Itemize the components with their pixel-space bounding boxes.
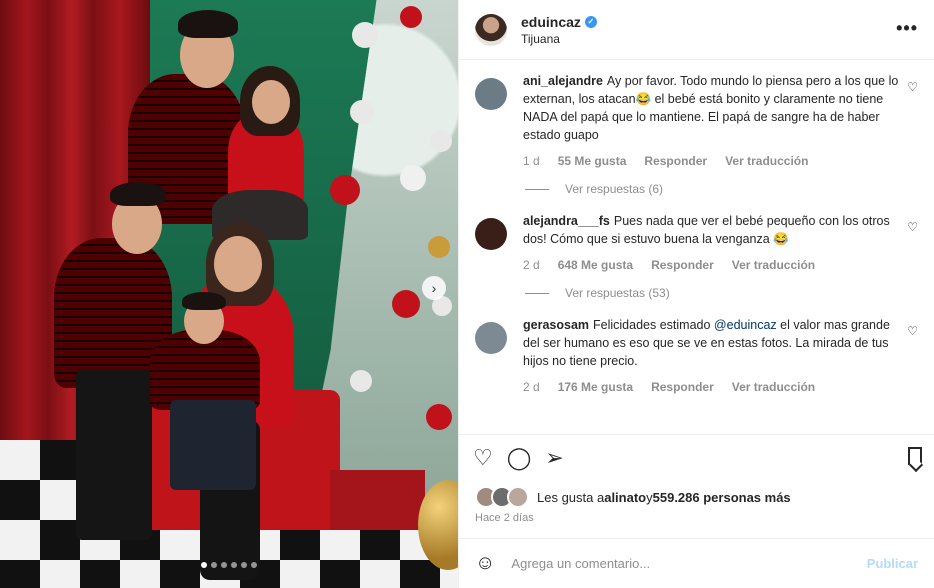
- commenter-username[interactable]: ani_alejandre: [523, 74, 603, 88]
- add-comment-bar: ☺ Publicar: [459, 538, 934, 588]
- next-slide-button[interactable]: ›: [422, 276, 446, 300]
- photo-hair: [178, 10, 238, 38]
- liker-avatars: [475, 486, 529, 508]
- photo-face: [252, 80, 290, 124]
- photo-hair: [182, 292, 226, 310]
- more-options-icon[interactable]: •••: [896, 18, 918, 39]
- photo-ornament: [428, 236, 450, 258]
- post-photo[interactable]: ›: [0, 0, 458, 588]
- post-sidebar: eduincaz ✓ Tijuana ••• ani_alejandre Ay p…: [458, 0, 934, 588]
- carousel-dot: [241, 562, 247, 568]
- view-replies-label[interactable]: Ver respuestas (6): [565, 182, 663, 196]
- photo-ornament: [400, 6, 422, 28]
- emoji-icon[interactable]: ☺: [475, 552, 495, 575]
- likes-count[interactable]: 559.286 personas más: [653, 490, 791, 505]
- comment-mention-link[interactable]: @eduincaz: [714, 318, 777, 332]
- carousel-indicator: [201, 562, 257, 568]
- translate-button[interactable]: Ver traducción: [732, 378, 815, 396]
- comment-input[interactable]: [509, 555, 867, 572]
- commenter-avatar[interactable]: [475, 322, 507, 354]
- comment-age: 2 d: [523, 258, 540, 272]
- reply-button[interactable]: Responder: [651, 256, 714, 274]
- translate-button[interactable]: Ver traducción: [725, 152, 808, 170]
- post-header: eduincaz ✓ Tijuana •••: [459, 0, 934, 60]
- likes-summary: Les gusta a alinato y 559.286 personas m…: [459, 480, 934, 508]
- photo-ornament: [350, 100, 374, 124]
- photo-ornament: [330, 175, 360, 205]
- carousel-dot: [201, 562, 207, 568]
- replies-divider: [525, 188, 549, 190]
- comment-age: 2 d: [523, 380, 540, 394]
- post-timestamp: Hace 2 días: [475, 512, 534, 524]
- photo-ornament: [426, 404, 452, 430]
- comment-likes[interactable]: 648 Me gusta: [558, 256, 633, 274]
- post-location[interactable]: Tijuana: [521, 32, 597, 46]
- view-replies-label[interactable]: Ver respuestas (53): [565, 286, 670, 300]
- photo-ornament: [392, 290, 420, 318]
- photo-ornament: [350, 370, 372, 392]
- liker-username[interactable]: alinato: [604, 490, 646, 505]
- comment-likes[interactable]: 55 Me gusta: [558, 152, 627, 170]
- photo-face: [214, 236, 262, 292]
- owner-info: eduincaz ✓ Tijuana: [521, 14, 597, 46]
- verified-badge-icon: ✓: [584, 15, 597, 28]
- carousel-dot: [221, 562, 227, 568]
- reply-button[interactable]: Responder: [651, 378, 714, 396]
- carousel-dot: [211, 562, 217, 568]
- heart-icon[interactable]: ♡: [473, 446, 493, 469]
- comment-text: Felicidades estimado: [593, 318, 714, 332]
- photo-pants: [76, 370, 152, 540]
- photo-ornament: [400, 165, 426, 191]
- comment-heart-icon[interactable]: ♡: [907, 220, 918, 234]
- likes-prefix: Les gusta a: [537, 489, 605, 505]
- bookmark-icon[interactable]: [908, 447, 922, 465]
- view-replies-button[interactable]: Ver respuestas (53): [525, 286, 918, 300]
- comment-heart-icon[interactable]: ♡: [907, 324, 918, 338]
- commenter-username[interactable]: alejandra___fs: [523, 214, 610, 228]
- comment-likes[interactable]: 176 Me gusta: [558, 378, 633, 396]
- carousel-dot: [251, 562, 257, 568]
- commenter-avatar[interactable]: [475, 218, 507, 250]
- comment-item: ani_alejandre Ay por favor. Todo mundo lo…: [475, 72, 918, 170]
- photo-ornament: [352, 22, 378, 48]
- comment-item: alejandra___fs Pues nada que ver el bebé …: [475, 212, 918, 274]
- owner-avatar[interactable]: [475, 13, 507, 46]
- view-replies-button[interactable]: Ver respuestas (6): [525, 182, 918, 196]
- photo-hair: [110, 182, 166, 206]
- commenter-username[interactable]: gerasosam: [523, 318, 589, 332]
- photo-pants: [170, 400, 256, 490]
- carousel-dot: [231, 562, 237, 568]
- liker-avatar: [507, 486, 529, 508]
- reply-button[interactable]: Responder: [644, 152, 707, 170]
- owner-username[interactable]: eduincaz: [521, 14, 581, 30]
- comment-item: gerasosam Felicidades estimado @eduincaz …: [475, 316, 918, 396]
- comments-list: ani_alejandre Ay por favor. Todo mundo lo…: [459, 60, 934, 434]
- commenter-avatar[interactable]: [475, 78, 507, 110]
- post-actions: ♡ ◯ ➢: [459, 434, 934, 480]
- photo-gift-box: [330, 470, 425, 530]
- photo-ornament: [430, 130, 452, 152]
- post-modal: › eduincaz ✓ Tijuana ••• ani_alejandre A…: [0, 0, 934, 588]
- replies-divider: [525, 292, 549, 294]
- comment-heart-icon[interactable]: ♡: [907, 80, 918, 94]
- comment-icon[interactable]: ◯: [507, 446, 532, 469]
- share-icon[interactable]: ➢: [545, 446, 563, 469]
- comment-age: 1 d: [523, 154, 540, 168]
- translate-button[interactable]: Ver traducción: [732, 256, 815, 274]
- publish-button[interactable]: Publicar: [867, 556, 918, 571]
